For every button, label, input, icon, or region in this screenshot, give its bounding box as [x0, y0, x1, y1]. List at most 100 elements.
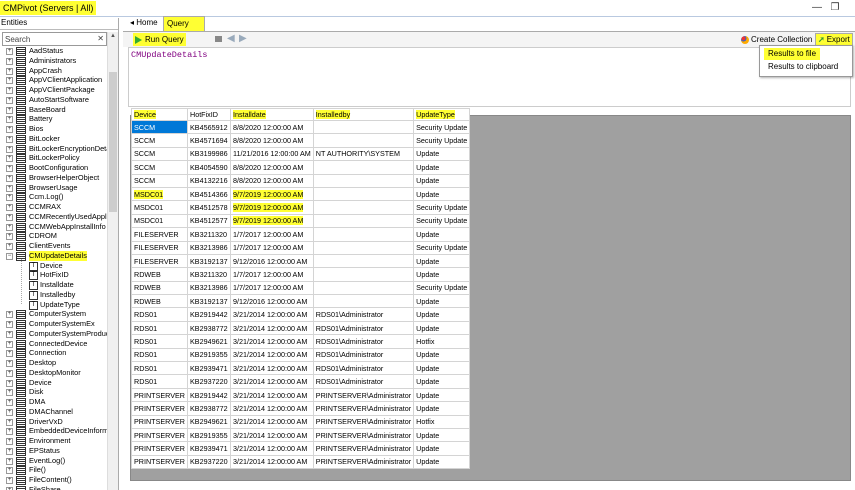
table-cell[interactable]: KB3192137 — [187, 253, 231, 269]
table-cell[interactable]: RDS01\Administrator — [312, 307, 415, 322]
table-cell[interactable]: 3/21/2014 12:00:00 AM — [230, 374, 314, 389]
expand-icon[interactable]: + — [6, 438, 13, 445]
table-row[interactable]: RDWEB KB3213986 1/7/2017 12:00:00 AM Securi… — [131, 280, 471, 296]
table-cell[interactable]: KB2919355 — [187, 347, 231, 363]
expand-icon[interactable]: + — [6, 350, 13, 358]
expand-icon[interactable]: + — [6, 87, 13, 94]
collapse-icon[interactable]: − — [6, 252, 13, 260]
table-cell[interactable]: KB3213986 — [187, 280, 231, 296]
table-cell[interactable]: NT AUTHORITY\SYSTEM — [312, 146, 415, 162]
table-cell[interactable]: 8/8/2020 12:00:00 AM — [230, 160, 314, 175]
table-row[interactable]: SCCM KB4565912 8/8/2020 12:00:00 AM Securit… — [131, 119, 471, 135]
table-cell[interactable]: SCCM — [131, 173, 188, 188]
column-header[interactable]: UpdateType — [413, 108, 471, 121]
expand-icon[interactable]: + — [6, 174, 13, 182]
table-cell[interactable]: RDWEB — [131, 294, 188, 309]
table-cell[interactable] — [312, 119, 415, 135]
table-cell[interactable]: 9/7/2019 12:00:00 AM — [230, 213, 314, 229]
expand-icon[interactable]: + — [6, 389, 13, 397]
column-header[interactable]: HotFixID — [187, 108, 231, 121]
table-cell[interactable] — [312, 253, 415, 269]
table-cell[interactable]: RDS01\Administrator — [312, 361, 415, 376]
expand-icon[interactable]: + — [6, 48, 13, 55]
table-cell[interactable]: SCCM — [131, 133, 188, 148]
table-cell[interactable]: RDS01\Administrator — [312, 374, 415, 389]
table-cell[interactable]: 3/21/2014 12:00:00 AM — [230, 307, 314, 322]
table-cell[interactable]: KB2938772 — [187, 320, 231, 336]
table-cell[interactable]: KB4512578 — [187, 200, 231, 215]
table-cell[interactable] — [312, 200, 415, 215]
table-cell[interactable]: PRINTSERVER — [131, 414, 188, 429]
table-cell[interactable]: SCCM — [131, 119, 188, 135]
table-cell[interactable]: KB4054590 — [187, 160, 231, 175]
table-cell[interactable]: 8/8/2020 12:00:00 AM — [230, 173, 314, 188]
table-cell[interactable]: PRINTSERVER\Administrator — [312, 387, 415, 403]
table-cell[interactable]: Hotfix — [413, 414, 471, 429]
search-input[interactable] — [3, 33, 95, 45]
table-cell[interactable]: Security Update — [413, 280, 471, 296]
table-cell[interactable]: KB2949621 — [187, 334, 231, 349]
table-cell[interactable]: Security Update — [413, 213, 471, 229]
table-row[interactable]: PRINTSERVER KB2919442 3/21/2014 12:00:00 A… — [131, 387, 471, 403]
expand-icon[interactable]: + — [6, 399, 13, 406]
table-row[interactable]: RDS01 KB2939471 3/21/2014 12:00:00 AM RDS01… — [131, 361, 471, 376]
expand-icon[interactable]: + — [6, 369, 13, 377]
expand-icon[interactable]: + — [6, 57, 13, 65]
table-cell[interactable]: Update — [413, 227, 471, 242]
table-cell[interactable]: KB3192137 — [187, 294, 231, 309]
expand-icon[interactable]: + — [6, 321, 13, 328]
table-cell[interactable] — [312, 173, 415, 188]
tab-home[interactable]: ◂ Home — [127, 16, 161, 30]
table-row[interactable]: SCCM KB4571694 8/8/2020 12:00:00 AM Securit… — [131, 133, 471, 148]
table-cell[interactable]: Security Update — [413, 200, 471, 215]
expand-icon[interactable]: + — [6, 165, 13, 172]
table-cell[interactable]: Update — [413, 347, 471, 363]
table-row[interactable]: SCCM KB4132216 8/8/2020 12:00:00 AM Update — [131, 173, 471, 188]
minimize-button[interactable]: — — [810, 2, 824, 14]
table-cell[interactable]: FILESERVER — [131, 240, 188, 255]
table-row[interactable]: MSDC01 KB4512578 9/7/2019 12:00:00 AM Secur… — [131, 200, 471, 215]
table-cell[interactable]: KB4565912 — [187, 119, 231, 135]
expand-icon[interactable]: + — [6, 408, 13, 416]
table-row[interactable]: SCCM KB3199986 11/21/2016 12:00:00 AM NT AU… — [131, 146, 471, 162]
table-cell[interactable]: RDS01 — [131, 320, 188, 336]
table-cell[interactable]: Update — [413, 267, 471, 282]
expand-icon[interactable]: + — [6, 194, 13, 202]
table-cell[interactable]: KB4571694 — [187, 133, 231, 148]
table-cell[interactable]: KB2939471 — [187, 441, 231, 456]
table-cell[interactable]: PRINTSERVER — [131, 454, 188, 470]
table-cell[interactable]: RDWEB — [131, 267, 188, 282]
table-cell[interactable]: Update — [413, 427, 471, 443]
table-cell[interactable]: MSDC01 — [131, 200, 188, 215]
table-cell[interactable]: 8/8/2020 12:00:00 AM — [230, 119, 314, 135]
table-row[interactable]: PRINTSERVER KB2937220 3/21/2014 12:00:00 A… — [131, 454, 471, 470]
table-row[interactable]: RDS01 KB2919442 3/21/2014 12:00:00 AM RDS01… — [131, 307, 471, 322]
expand-icon[interactable]: + — [6, 155, 13, 163]
expand-icon[interactable]: + — [6, 477, 13, 484]
table-cell[interactable]: 11/21/2016 12:00:00 AM — [230, 146, 314, 162]
table-cell[interactable]: Update — [413, 146, 471, 162]
table-cell[interactable]: KB2919442 — [187, 387, 231, 403]
table-cell[interactable]: 9/12/2016 12:00:00 AM — [230, 294, 314, 309]
query-text[interactable]: CMUpdateDetails — [131, 50, 208, 60]
table-cell[interactable]: Update — [413, 361, 471, 376]
table-cell[interactable]: 1/7/2017 12:00:00 AM — [230, 280, 314, 296]
table-cell[interactable]: RDWEB — [131, 280, 188, 296]
table-cell[interactable] — [312, 186, 415, 202]
table-row[interactable]: MSDC01 KB4514366 9/7/2019 12:00:00 AM Updat… — [131, 186, 471, 202]
table-cell[interactable]: 1/7/2017 12:00:00 AM — [230, 267, 314, 282]
table-row[interactable]: PRINTSERVER KB2938772 3/21/2014 12:00:00 A… — [131, 401, 471, 416]
table-cell[interactable]: SCCM — [131, 146, 188, 162]
table-cell[interactable]: KB3211320 — [187, 267, 231, 282]
table-cell[interactable]: Update — [413, 454, 471, 470]
table-cell[interactable]: KB2938772 — [187, 401, 231, 416]
expand-icon[interactable]: + — [6, 243, 13, 250]
table-cell[interactable]: Update — [413, 401, 471, 416]
table-cell[interactable]: KB2949621 — [187, 414, 231, 429]
table-cell[interactable]: MSDC01 — [131, 186, 188, 202]
table-cell[interactable]: PRINTSERVER\Administrator — [312, 427, 415, 443]
expand-icon[interactable]: + — [6, 418, 13, 426]
back-arrow-icon[interactable]: ◀ — [227, 33, 235, 44]
table-cell[interactable] — [312, 240, 415, 255]
table-cell[interactable] — [312, 227, 415, 242]
